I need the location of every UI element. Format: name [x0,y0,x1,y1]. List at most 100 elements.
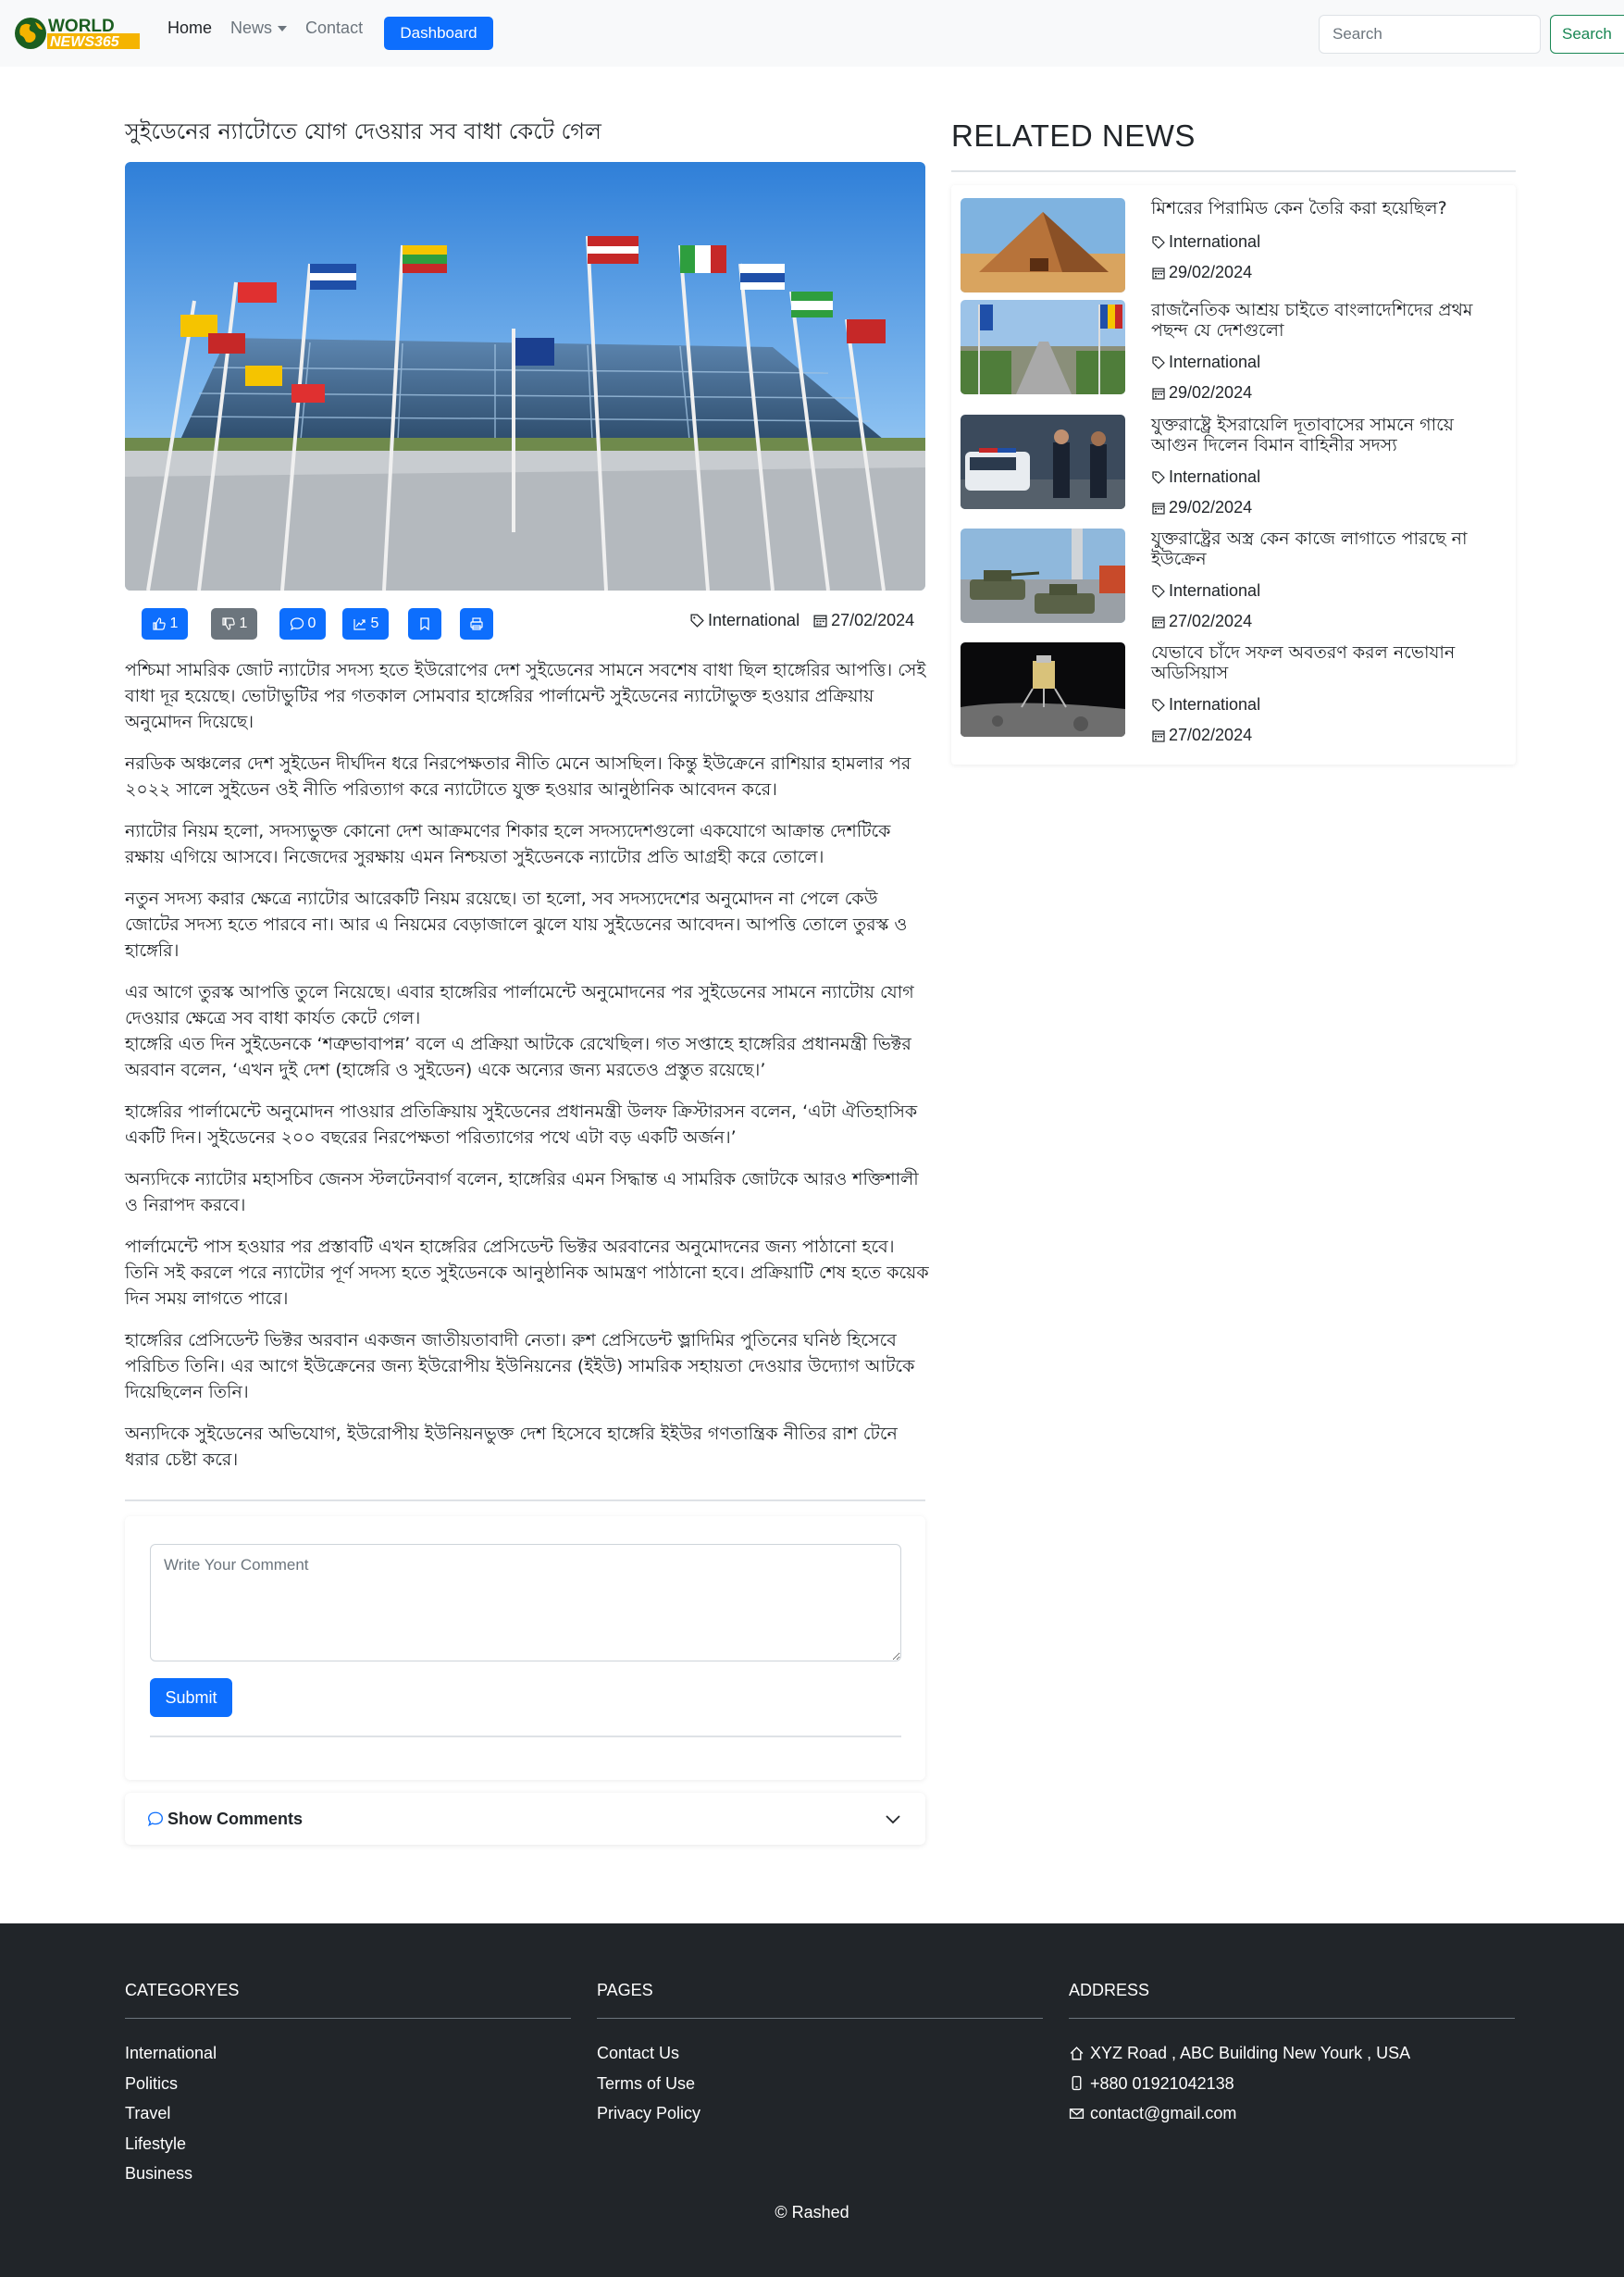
nav-news-label: News [230,19,273,37]
globe-logo-icon: WORLD NEWS365 [15,17,140,50]
search-input[interactable] [1319,15,1541,54]
footer-email-text[interactable]: contact@gmail.com [1090,2098,1236,2129]
related-thumb-city-flags [961,300,1125,394]
nav-news-dropdown[interactable]: News [230,19,288,38]
dashboard-button[interactable]: Dashboard [384,17,493,50]
footer-link-politics[interactable]: Politics [125,2069,217,2099]
tag-icon [690,614,704,628]
article-paragraph: হাঙ্গেরির পার্লামেন্টে অনুমোদন পাওয়ার প… [125,1101,918,1148]
related-category-label: International [1169,467,1261,486]
related-news-date: 29/02/2024 [1151,383,1252,403]
article-paragraph: নতুন সদস্য করার ক্ষেত্রে ন্যাটোর আরেকটি … [125,889,908,961]
related-date-label: 29/02/2024 [1169,263,1253,281]
article-paragraph: ন্যাটোর নিয়ম হলো, সদস্যভুক্ত কোনো দেশ আ… [125,821,891,867]
lunar-lander-image [961,642,1125,737]
police-image [961,415,1125,509]
phone-icon [1072,2076,1082,2091]
calendar-icon [1152,267,1165,280]
like-count: 1 [169,616,179,631]
article-paragraph: পশ্চিমা সামরিক জোট ন্যাটোর সদস্য হতে ইউর… [125,660,926,732]
nato-headquarters-image [125,162,925,591]
related-date-label: 29/02/2024 [1169,383,1253,402]
footer-address-row: XYZ Road , ABC Building New Yourk , USA [1069,2038,1410,2069]
nav-home[interactable]: Home [167,19,212,38]
tag-icon [1152,698,1165,712]
share-count: 5 [370,616,379,631]
article-paragraph: নরডিক অঞ্চলের দেশ সুইডেন দীর্ঘদিন ধরে নি… [125,753,911,800]
related-news-title[interactable]: মিশরের পিরামিড কেন তৈরি করা হয়েছিল? [1151,198,1503,218]
article-date: 27/02/2024 [831,611,915,629]
calendar-icon [1152,729,1165,742]
related-news-list: মিশরের পিরামিড কেন তৈরি করা হয়েছিল? Int… [951,185,1516,765]
chat-bubble-icon [290,617,304,631]
related-news-item[interactable]: মিশরের পিরামিড কেন তৈরি করা হয়েছিল? Int… [961,198,1506,300]
footer-divider [1069,2018,1515,2019]
svg-text:WORLD: WORLD [48,17,115,36]
footer-address-heading: ADDRESS [1069,1981,1150,1999]
bookmark-icon [420,617,429,631]
related-category-label: International [1169,581,1261,600]
footer-link-terms[interactable]: Terms of Use [597,2069,700,2099]
caret-down-icon [278,26,288,32]
related-news-item[interactable]: যেভাবে চাঁদে সফল অবতরণ করল নভোযান অডিসিয… [961,642,1506,744]
related-news-category: International [1151,232,1260,252]
related-news-item[interactable]: যুক্তরাষ্ট্রের অস্ত্র কেন কাজে লাগাতে পা… [961,529,1506,630]
printer-icon [470,617,483,630]
article-paragraph: এর আগে তুরস্ক আপত্তি তুলে নিয়েছে। এবার … [125,982,914,1080]
footer-link-lifestyle[interactable]: Lifestyle [125,2129,217,2159]
print-button[interactable] [460,608,493,640]
submit-comment-button[interactable]: Submit [150,1678,232,1717]
footer-divider [125,2018,571,2019]
related-news-title[interactable]: রাজনৈতিক আশ্রয় চাইতে বাংলাদেশিদের প্রথম… [1151,300,1503,341]
bookmark-button[interactable] [408,608,441,640]
calendar-icon [1152,616,1165,628]
footer-address-text: XYZ Road , ABC Building New Yourk , USA [1090,2044,1411,2062]
thumbs-up-icon [152,617,166,630]
footer-link-contact-us[interactable]: Contact Us [597,2038,700,2069]
show-comments-toggle[interactable]: Show Comments [125,1793,925,1845]
comment-textarea[interactable] [150,1544,901,1661]
related-news-category: International [1151,695,1260,715]
search-button[interactable]: Search [1550,15,1624,54]
comment-count-button[interactable]: 0 [279,608,326,640]
tag-icon [1152,584,1165,598]
tag-icon [1152,470,1165,484]
footer-pages-heading: PAGES [597,1981,653,1999]
footer-category-links: International Politics Travel Lifestyle … [125,2038,217,2189]
footer-phone-text[interactable]: +880 01921042138 [1090,2069,1234,2099]
site-logo[interactable]: WORLD NEWS365 [13,13,141,52]
calendar-icon [813,615,827,628]
related-thumb-tanks [961,529,1125,623]
related-news-item[interactable]: রাজনৈতিক আশ্রয় চাইতে বাংলাদেশিদের প্রথম… [961,300,1506,402]
article-paragraph: অন্যদিকে সুইডেনের অভিযোগ, ইউরোপীয় ইউনিয… [125,1424,898,1470]
related-news-title[interactable]: যেভাবে চাঁদে সফল অবতরণ করল নভোযান অডিসিয… [1151,642,1503,683]
chevron-down-icon [886,1815,900,1824]
pyramid-image [961,198,1125,292]
related-date-label: 29/02/2024 [1169,498,1253,516]
related-news-title[interactable]: যুক্তরাষ্ট্রের অস্ত্র কেন কাজে লাগাতে পা… [1151,529,1503,569]
nav-contact[interactable]: Contact [305,19,363,38]
footer-email-row: contact@gmail.com [1069,2098,1410,2129]
related-news-item[interactable]: যুক্তরাষ্ট্রে ইসরায়েলি দূতাবাসের সামনে … [961,415,1506,516]
related-news-date: 27/02/2024 [1151,612,1252,631]
article-category[interactable]: International [708,611,800,630]
like-button[interactable]: 1 [142,608,188,640]
comment-divider [150,1736,901,1737]
related-news-category: International [1151,353,1260,372]
show-comments-label: Show Comments [167,1809,304,1828]
related-news-title[interactable]: যুক্তরাষ্ট্রে ইসরায়েলি দূতাবাসের সামনে … [1151,415,1503,455]
footer-link-privacy[interactable]: Privacy Policy [597,2098,700,2129]
footer-divider [597,2018,1043,2019]
article-hero-image [125,162,925,591]
footer-link-travel[interactable]: Travel [125,2098,217,2129]
share-button[interactable]: 5 [342,608,389,640]
footer-link-international[interactable]: International [125,2038,217,2069]
footer-categories-heading: CATEGORYES [125,1981,240,1999]
article-body: পশ্চিমা সামরিক জোট ন্যাটোর সদস্য হতে ইউর… [125,657,930,1488]
dislike-button[interactable]: 1 [211,608,257,640]
related-news-category: International [1151,581,1260,601]
calendar-icon [1152,502,1165,515]
footer-link-business[interactable]: Business [125,2159,217,2189]
footer-page-links: Contact Us Terms of Use Privacy Policy [597,2038,700,2129]
related-thumb-pyramid [961,198,1125,292]
